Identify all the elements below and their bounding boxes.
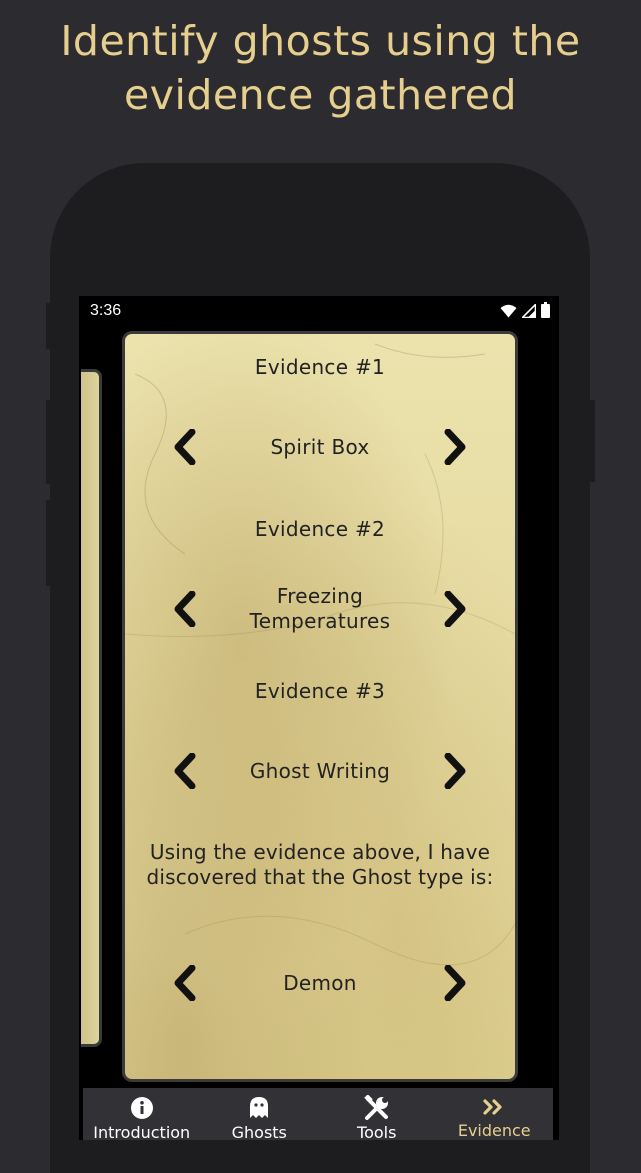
evidence-1-title: Evidence #1 bbox=[254, 355, 386, 379]
conclusion-text: Using the evidence above, I have discove… bbox=[146, 840, 494, 889]
phone-side-button bbox=[46, 500, 54, 586]
chevron-left-icon bbox=[174, 429, 196, 465]
headline-line-1: Identify ghosts using the bbox=[60, 17, 581, 65]
ghost-type-prev-button[interactable] bbox=[165, 953, 205, 1013]
phone-screen: 3:36 Evidence #1 Spirit Box Evidence #2 … bbox=[79, 296, 559, 1140]
nav-tools-label: Tools bbox=[357, 1123, 397, 1140]
chevron-left-icon bbox=[174, 591, 196, 627]
ghost-type-value: Demon bbox=[283, 970, 357, 995]
evidence-1-selector: Spirit Box bbox=[125, 417, 515, 477]
phone-side-button bbox=[46, 400, 54, 484]
chevron-right-icon bbox=[444, 965, 466, 1001]
nav-introduction[interactable]: Introduction bbox=[83, 1088, 201, 1140]
evidence-3-selector: Ghost Writing bbox=[125, 741, 515, 801]
chevron-right-icon bbox=[444, 753, 466, 789]
battery-icon bbox=[541, 302, 550, 322]
nav-evidence[interactable]: Evidence bbox=[436, 1088, 554, 1140]
previous-card-peek[interactable] bbox=[81, 369, 102, 1047]
evidence-2-prev-button[interactable] bbox=[165, 579, 205, 639]
evidence-1-value: Spirit Box bbox=[270, 434, 370, 459]
status-icons bbox=[500, 302, 550, 322]
evidence-1-next-button[interactable] bbox=[435, 417, 475, 477]
bottom-nav: Introduction Ghosts Tools Evidence bbox=[83, 1088, 553, 1140]
ghost-type-next-button[interactable] bbox=[435, 953, 475, 1013]
chevron-left-icon bbox=[174, 965, 196, 1001]
phone-side-button bbox=[46, 303, 54, 349]
nav-introduction-label: Introduction bbox=[93, 1123, 191, 1140]
chevron-right-icon bbox=[444, 429, 466, 465]
evidence-2-next-button[interactable] bbox=[435, 579, 475, 639]
nav-ghosts-label: Ghosts bbox=[231, 1123, 287, 1140]
chevron-left-icon bbox=[174, 753, 196, 789]
headline-line-2: evidence gathered bbox=[123, 71, 518, 119]
nav-tools[interactable]: Tools bbox=[318, 1088, 436, 1140]
evidence-3-title: Evidence #3 bbox=[254, 679, 386, 703]
status-time: 3:36 bbox=[90, 302, 122, 319]
evidence-3-value: Ghost Writing bbox=[249, 758, 391, 783]
ghost-type-selector: Demon bbox=[125, 953, 515, 1013]
evidence-3-next-button[interactable] bbox=[435, 741, 475, 801]
evidence-3-prev-button[interactable] bbox=[165, 741, 205, 801]
evidence-card: Evidence #1 Spirit Box Evidence #2 Freez… bbox=[122, 331, 518, 1082]
signal-icon bbox=[520, 302, 537, 322]
evidence-2-title: Evidence #2 bbox=[254, 517, 386, 541]
ghost-icon bbox=[249, 1096, 269, 1120]
evidence-2-value: Freezing Temperatures bbox=[249, 584, 391, 633]
phone-power-button bbox=[586, 400, 595, 482]
evidence-1-prev-button[interactable] bbox=[165, 417, 205, 477]
evidence-2-selector: Freezing Temperatures bbox=[125, 579, 515, 639]
chevron-right-icon bbox=[444, 591, 466, 627]
headline: Identify ghosts using the evidence gathe… bbox=[0, 14, 641, 122]
nav-ghosts[interactable]: Ghosts bbox=[201, 1088, 319, 1140]
status-bar: 3:36 bbox=[79, 296, 559, 328]
tools-icon bbox=[364, 1095, 390, 1120]
double-chevron-icon bbox=[483, 1096, 505, 1118]
nav-evidence-label: Evidence bbox=[457, 1121, 531, 1140]
info-icon bbox=[130, 1096, 154, 1120]
wifi-icon bbox=[500, 303, 517, 322]
